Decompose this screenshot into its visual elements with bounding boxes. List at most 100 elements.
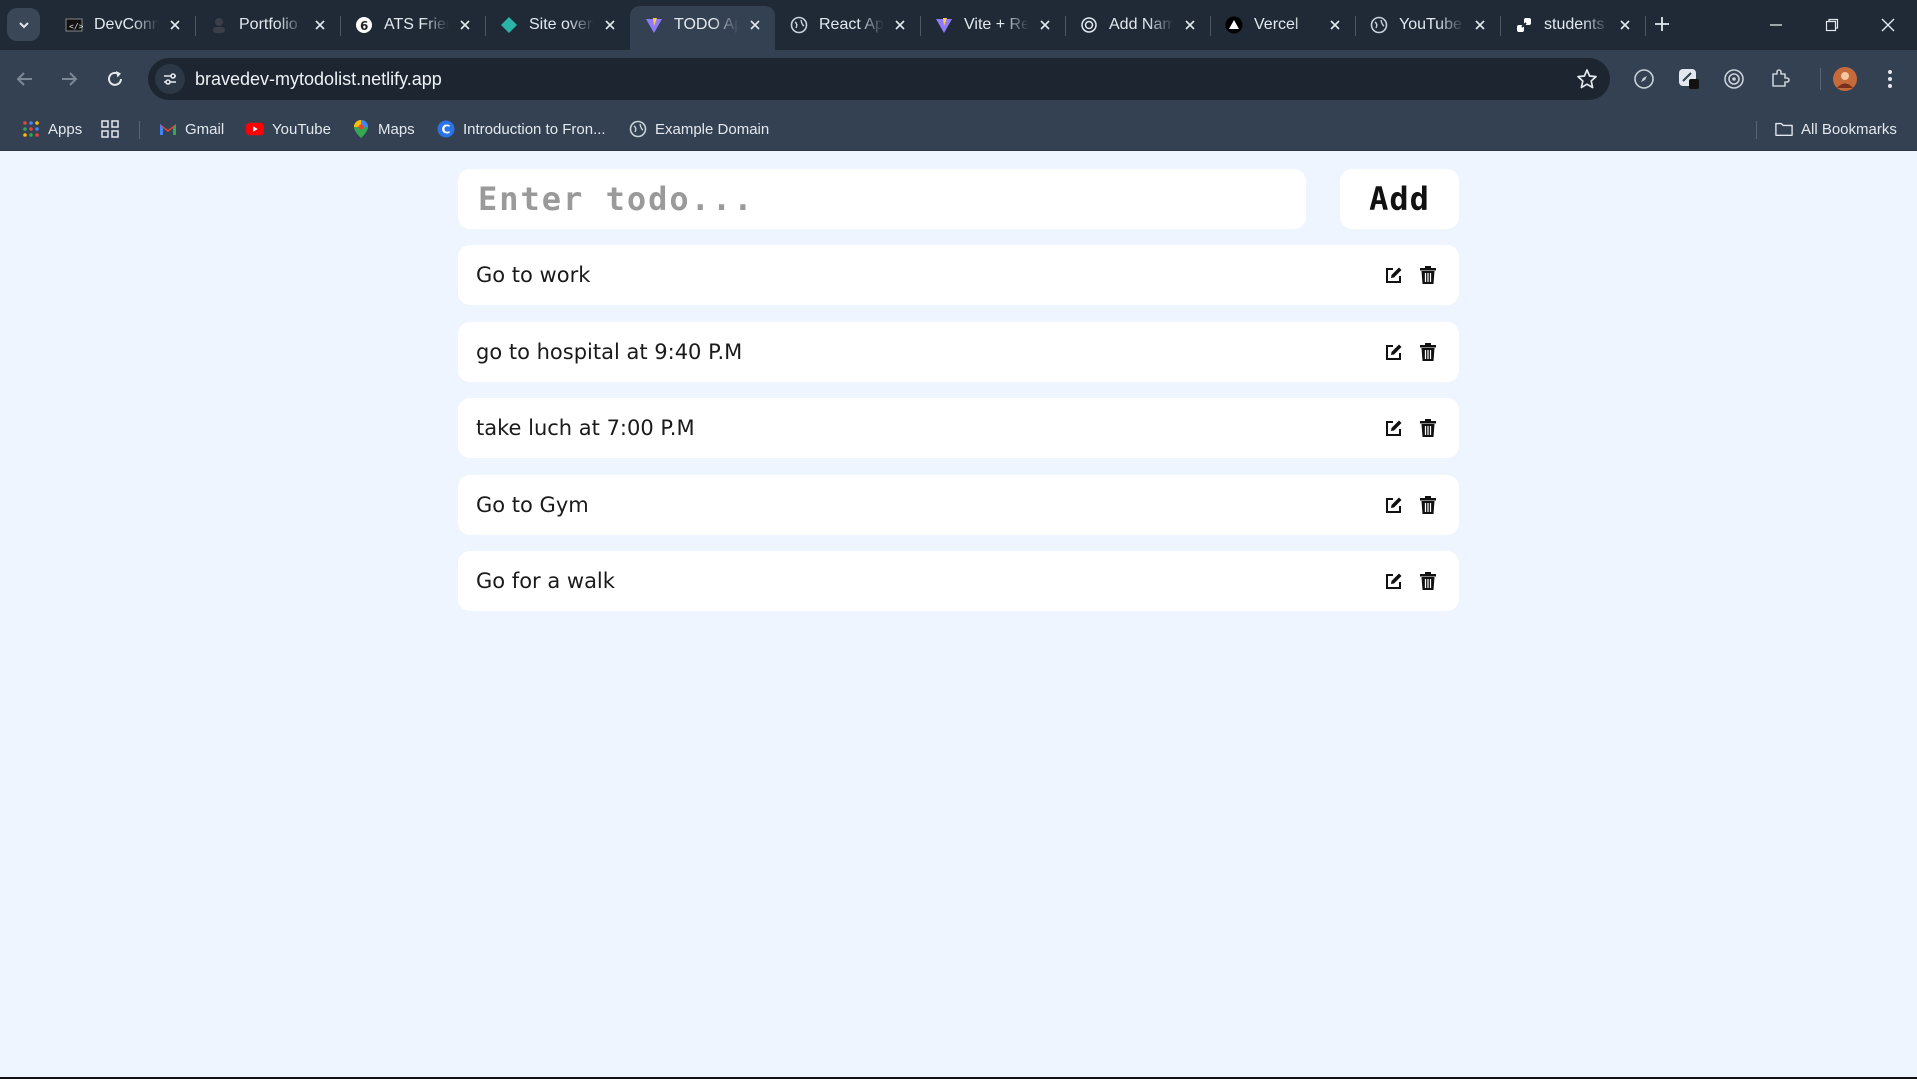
edit-icon[interactable] bbox=[1381, 415, 1407, 441]
screenshot-icon bbox=[1679, 69, 1699, 89]
address-bar[interactable]: bravedev-mytodolist.netlify.app bbox=[148, 58, 1610, 100]
bookmark-youtube[interactable]: YouTube bbox=[246, 117, 331, 141]
tab-todo-app[interactable]: TODO App bbox=[630, 6, 775, 50]
tab-ats[interactable]: 6 ATS Friendly bbox=[340, 6, 486, 44]
toolbar-divider bbox=[1820, 68, 1821, 90]
bookmarks-divider bbox=[139, 121, 140, 139]
tab-divider bbox=[1645, 16, 1646, 36]
todo-input[interactable] bbox=[458, 169, 1306, 229]
globe-icon bbox=[789, 15, 809, 35]
all-bookmarks-button[interactable]: All Bookmarks bbox=[1775, 117, 1897, 141]
close-window-button[interactable] bbox=[1860, 0, 1916, 50]
trash-icon[interactable] bbox=[1415, 262, 1441, 288]
close-icon[interactable] bbox=[1035, 15, 1055, 35]
tab-search-button[interactable] bbox=[7, 8, 40, 41]
tab-students[interactable]: students bbox=[1500, 6, 1646, 44]
grid-icon bbox=[101, 120, 119, 138]
gmail-icon bbox=[159, 120, 177, 138]
browser-menu-button[interactable] bbox=[1876, 65, 1904, 93]
tab-strip: </> DevConnector Portfolio 6 ATS Friendl… bbox=[0, 0, 1917, 50]
star-icon bbox=[1577, 69, 1597, 89]
tab-list: </> DevConnector Portfolio 6 ATS Friendl… bbox=[50, 6, 1646, 50]
tab-title: DevConnector bbox=[94, 16, 159, 33]
bookmark-intro-frontend[interactable]: C Introduction to Fron... bbox=[437, 117, 606, 141]
close-icon[interactable] bbox=[1325, 15, 1345, 35]
profile-avatar[interactable] bbox=[1831, 65, 1859, 93]
bookmark-label: Gmail bbox=[185, 120, 225, 138]
vercel-icon bbox=[1224, 15, 1244, 35]
bookmark-gmail[interactable]: Gmail bbox=[159, 117, 224, 141]
browser-toolbar: bravedev-mytodolist.netlify.app bbox=[0, 50, 1917, 108]
target-icon bbox=[1724, 69, 1744, 89]
arrow-right-icon bbox=[62, 72, 78, 86]
restore-button[interactable] bbox=[1804, 0, 1860, 50]
close-icon bbox=[1881, 18, 1895, 32]
devconnector-icon: </> bbox=[64, 15, 84, 35]
youtube-icon bbox=[246, 120, 264, 138]
apps-grid-icon bbox=[22, 120, 40, 138]
close-icon[interactable] bbox=[165, 15, 185, 35]
trash-icon[interactable] bbox=[1415, 568, 1441, 594]
close-icon[interactable] bbox=[1180, 15, 1200, 35]
tab-title: Vite + React bbox=[964, 16, 1029, 33]
minimize-button[interactable] bbox=[1748, 0, 1804, 50]
plus-icon bbox=[1655, 17, 1669, 31]
url-text[interactable]: bravedev-mytodolist.netlify.app bbox=[195, 69, 442, 90]
todo-item: Go for a walk bbox=[458, 551, 1459, 611]
bookmark-example-domain[interactable]: Example Domain bbox=[629, 117, 769, 141]
tab-portfolio[interactable]: Portfolio bbox=[195, 6, 341, 44]
tab-devconnector[interactable]: </> DevConnector bbox=[50, 6, 196, 44]
todo-item: Go to work bbox=[458, 245, 1459, 305]
coursera-icon: C bbox=[437, 120, 455, 138]
reload-button[interactable] bbox=[99, 63, 131, 95]
close-icon[interactable] bbox=[1615, 15, 1635, 35]
extensions-button[interactable] bbox=[1766, 65, 1794, 93]
bookmarks-divider bbox=[1756, 121, 1757, 139]
edit-icon[interactable] bbox=[1381, 262, 1407, 288]
extension-screenshot-button[interactable] bbox=[1675, 65, 1703, 93]
tab-title: TODO App bbox=[674, 16, 739, 33]
bookmark-label: Introduction to Fron... bbox=[463, 120, 606, 138]
tab-vercel[interactable]: Vercel bbox=[1210, 6, 1356, 44]
trash-icon[interactable] bbox=[1415, 339, 1441, 365]
add-button[interactable]: Add bbox=[1340, 169, 1459, 229]
extension-compass-button[interactable] bbox=[1630, 65, 1658, 93]
tab-site-overview[interactable]: Site overview bbox=[485, 6, 630, 44]
tab-react-app[interactable]: React App bbox=[775, 6, 921, 44]
close-icon[interactable] bbox=[310, 15, 330, 35]
bookmark-maps[interactable]: Maps bbox=[352, 117, 415, 141]
todo-item: take luch at 7:00 P.M bbox=[458, 398, 1459, 458]
close-icon[interactable] bbox=[890, 15, 910, 35]
netlify-icon bbox=[499, 15, 519, 35]
close-icon[interactable] bbox=[455, 15, 475, 35]
forward-button[interactable] bbox=[53, 63, 85, 95]
portfolio-icon bbox=[209, 15, 229, 35]
edit-icon[interactable] bbox=[1381, 339, 1407, 365]
vite-icon bbox=[934, 15, 954, 35]
tab-groups-button[interactable] bbox=[101, 117, 127, 141]
trash-icon[interactable] bbox=[1415, 492, 1441, 518]
bookmark-star-button[interactable] bbox=[1576, 68, 1598, 90]
tab-title: Add Name bbox=[1109, 16, 1174, 33]
new-tab-button[interactable] bbox=[1648, 10, 1676, 38]
site-info-button[interactable] bbox=[155, 64, 185, 94]
trash-icon[interactable] bbox=[1415, 415, 1441, 441]
tab-vite-react[interactable]: Vite + React bbox=[920, 6, 1066, 44]
edit-icon[interactable] bbox=[1381, 568, 1407, 594]
extension-target-button[interactable] bbox=[1720, 65, 1748, 93]
back-button[interactable] bbox=[9, 63, 41, 95]
close-icon[interactable] bbox=[600, 15, 620, 35]
bookmark-label: Apps bbox=[48, 120, 83, 138]
bookmark-apps[interactable]: Apps bbox=[22, 117, 82, 141]
tab-youtube[interactable]: YouTube bbox=[1355, 6, 1501, 44]
edit-icon[interactable] bbox=[1381, 492, 1407, 518]
tab-add-name[interactable]: Add Name bbox=[1065, 6, 1211, 44]
bookmark-label: Maps bbox=[378, 120, 415, 138]
svg-text:C: C bbox=[442, 123, 451, 137]
close-icon[interactable] bbox=[745, 15, 765, 35]
close-icon[interactable] bbox=[1470, 15, 1490, 35]
reload-icon bbox=[108, 71, 122, 86]
todo-text: Go to Gym bbox=[476, 492, 589, 517]
map-pin-icon bbox=[352, 120, 370, 138]
puzzle-icon bbox=[1772, 69, 1790, 87]
